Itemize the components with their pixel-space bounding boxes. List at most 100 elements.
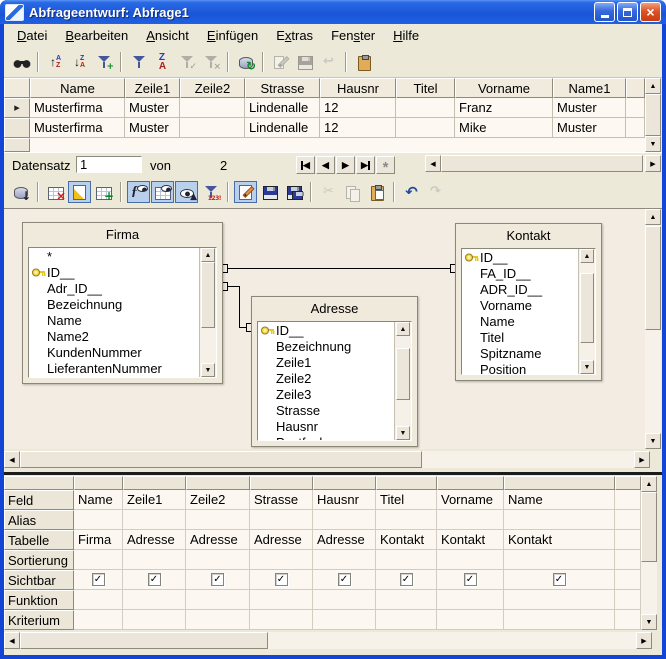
design-cell-alias[interactable]: [376, 510, 437, 530]
field-item-name2[interactable]: Name2: [29, 328, 216, 344]
design-cell-sortierung[interactable]: [186, 550, 250, 570]
field-item-postfach[interactable]: Postfach: [258, 434, 411, 441]
field-item-zeile3[interactable]: Zeile3: [258, 386, 411, 402]
scroll-right-icon[interactable]: ▶: [634, 451, 650, 468]
sichtbar-checkbox[interactable]: ✓: [338, 573, 351, 586]
design-cell-feld[interactable]: Name: [74, 490, 123, 510]
field-item-name[interactable]: Name: [462, 313, 595, 329]
table-name-icon[interactable]: [151, 181, 174, 203]
result-cell[interactable]: [396, 118, 455, 138]
sort-descending-icon[interactable]: ↓ZA: [68, 51, 91, 73]
row-label-tabelle[interactable]: Tabelle: [4, 530, 74, 550]
field-item-position[interactable]: Position: [462, 361, 595, 375]
result-cell[interactable]: 12: [320, 118, 396, 138]
previous-record-button[interactable]: ◀: [316, 156, 335, 174]
scroll-right-icon[interactable]: ▶: [645, 155, 661, 172]
scrollbar-thumb[interactable]: [580, 273, 594, 343]
row-selector[interactable]: [4, 138, 30, 152]
app-icon[interactable]: [5, 4, 24, 21]
design-cell-funktion[interactable]: [437, 590, 504, 610]
design-cell-tabelle[interactable]: Adresse: [250, 530, 313, 550]
paste-icon[interactable]: [365, 181, 388, 203]
design-cell-funktion[interactable]: [504, 590, 615, 610]
menu-datei[interactable]: Datei: [8, 26, 56, 45]
menu-bearbeiten[interactable]: Bearbeiten: [56, 26, 137, 45]
result-column-header[interactable]: Vorname: [455, 78, 553, 98]
design-cell-funktion[interactable]: [376, 590, 437, 610]
field-item-zeile2[interactable]: Zeile2: [258, 370, 411, 386]
result-column-header[interactable]: Hausnr: [320, 78, 396, 98]
scroll-right-icon[interactable]: ▶: [636, 632, 652, 649]
design-cell-tabelle[interactable]: Adresse: [313, 530, 376, 550]
field-list-scrollbar[interactable]: ▲▼: [578, 249, 595, 374]
design-cell-alias[interactable]: [437, 510, 504, 530]
result-cell[interactable]: Musterfirma: [30, 118, 125, 138]
scroll-down-icon[interactable]: ▼: [645, 433, 661, 449]
design-cell-funktion[interactable]: [313, 590, 376, 610]
design-cell-sichtbar[interactable]: ✓: [437, 570, 504, 590]
design-column-header[interactable]: [376, 476, 437, 490]
design-cell-tabelle[interactable]: Firma: [74, 530, 123, 550]
result-cell[interactable]: Muster: [125, 98, 180, 118]
add-table-icon[interactable]: +: [92, 181, 115, 203]
field-item-bezeichnung[interactable]: Bezeichnung: [258, 338, 411, 354]
table-panel-firma[interactable]: Firma*ID__Adr_ID__BezeichnungNameName2Ku…: [22, 222, 223, 384]
row-label-feld[interactable]: Feld: [4, 490, 74, 510]
design-cell-funktion[interactable]: [250, 590, 313, 610]
maximize-button[interactable]: [617, 2, 638, 22]
scrollbar-thumb[interactable]: [20, 451, 422, 468]
field-item-strasse[interactable]: Strasse: [258, 402, 411, 418]
design-cell-kriterium[interactable]: [437, 610, 504, 630]
design-column-header[interactable]: [74, 476, 123, 490]
design-cell-kriterium[interactable]: [74, 610, 123, 630]
field-item-kundennummer[interactable]: KundenNummer: [29, 344, 216, 360]
scrollbar-thumb[interactable]: [20, 632, 268, 649]
field-item-lieferantennummer[interactable]: LieferantenNummer: [29, 360, 216, 376]
menu-einfgen[interactable]: Einfügen: [198, 26, 267, 45]
alias-icon[interactable]: ▲: [175, 181, 198, 203]
result-cell[interactable]: Muster: [553, 98, 626, 118]
field-item-hausnr[interactable]: Hausnr: [258, 418, 411, 434]
next-record-button[interactable]: ▶: [336, 156, 355, 174]
table-panel-adresse[interactable]: AdresseID__BezeichnungZeile1Zeile2Zeile3…: [251, 296, 418, 447]
design-column-header[interactable]: [250, 476, 313, 490]
design-cell-kriterium[interactable]: [186, 610, 250, 630]
scroll-up-icon[interactable]: ▲: [645, 78, 661, 94]
design-column-header[interactable]: [123, 476, 186, 490]
result-cell[interactable]: Mike: [455, 118, 553, 138]
join-line-firma-adresse-end[interactable]: [239, 327, 246, 328]
design-cell-sortierung[interactable]: [123, 550, 186, 570]
design-cell-alias[interactable]: [504, 510, 615, 530]
edit-mode-icon[interactable]: [234, 181, 257, 203]
design-cell-sortierung[interactable]: [437, 550, 504, 570]
sichtbar-checkbox[interactable]: ✓: [464, 573, 477, 586]
design-cell-sortierung[interactable]: [376, 550, 437, 570]
record-number-input[interactable]: [76, 156, 142, 173]
row-label-kriterium[interactable]: Kriterium: [4, 610, 74, 630]
standard-filter-icon[interactable]: [127, 51, 150, 73]
scrollbar-thumb[interactable]: [645, 94, 661, 136]
design-column-header[interactable]: [313, 476, 376, 490]
design-column-header[interactable]: [615, 476, 641, 490]
scroll-up-icon[interactable]: ▲: [641, 476, 657, 492]
design-cell-kriterium[interactable]: [250, 610, 313, 630]
scroll-left-icon[interactable]: ◀: [4, 632, 20, 649]
design-cell-alias[interactable]: [313, 510, 376, 530]
field-item-faid[interactable]: FA_ID__: [462, 265, 595, 281]
result-cell[interactable]: Muster: [125, 118, 180, 138]
field-item-titel[interactable]: Titel: [462, 329, 595, 345]
result-cell[interactable]: Franz: [455, 98, 553, 118]
scrollbar-thumb[interactable]: [201, 262, 215, 328]
scrollbar-thumb[interactable]: [641, 492, 657, 562]
result-column-header[interactable]: Strasse: [245, 78, 320, 98]
autofilter-icon[interactable]: +: [92, 51, 115, 73]
field-item-adrid[interactable]: Adr_ID__: [29, 280, 216, 296]
find-record-icon[interactable]: [9, 51, 32, 73]
join-line-firma-kontakt[interactable]: [228, 268, 450, 269]
design-column-header[interactable]: [437, 476, 504, 490]
result-cell[interactable]: Lindenalle: [245, 118, 320, 138]
result-cell[interactable]: [180, 98, 245, 118]
sichtbar-checkbox[interactable]: ✓: [553, 573, 566, 586]
design-cell-feld[interactable]: Strasse: [250, 490, 313, 510]
functions-icon[interactable]: ƒ: [127, 181, 150, 203]
